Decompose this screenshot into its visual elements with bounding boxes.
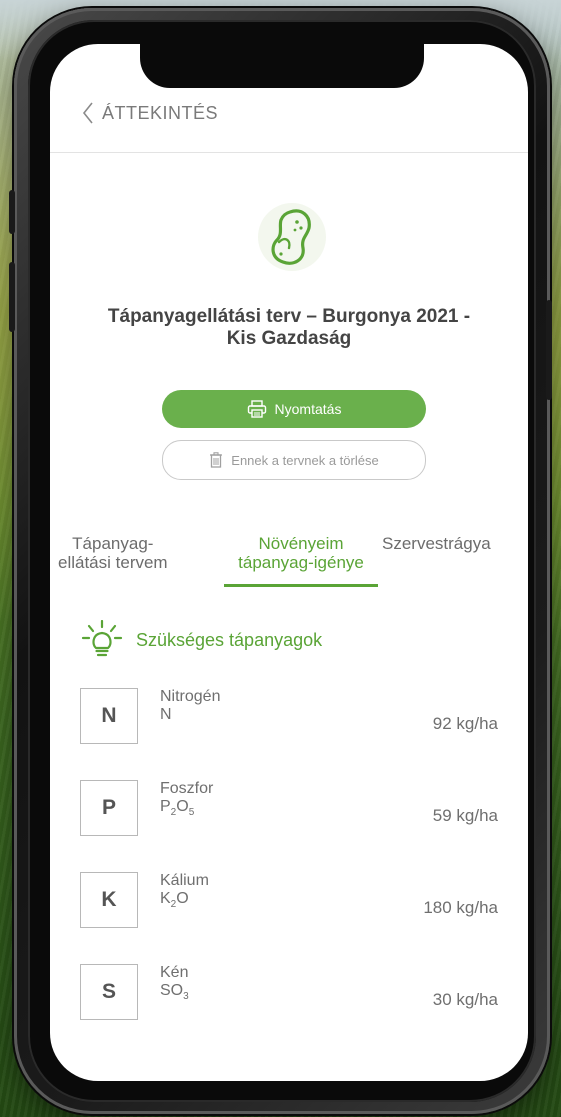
potato-icon [258,203,326,271]
nutrient-formula: P2O5 [160,798,195,819]
tab-label-line1: Szervestrágya [382,534,491,553]
delete-plan-button[interactable]: Ennek a tervnek a törlése [162,440,426,480]
nutrient-row-sulfur: S Kén SO3 30 kg/ha [80,964,510,1024]
lightbulb-icon [81,620,123,657]
power-button [546,300,552,400]
nutrient-formula: N [160,706,172,723]
plan-title-line2: Kis Gazdaság [226,328,352,349]
nutrient-symbol-box: N [80,688,138,744]
tab-label-line2: tápanyag-igénye [238,553,364,572]
back-label: ÁTTEKINTÉS [102,102,219,123]
back-button[interactable]: ÁTTEKINTÉS [82,102,218,124]
section-header: Szükséges tápanyagok [80,620,322,660]
plan-title: Tápanyagellátási terv – Burgonya 2021 - … [80,306,498,350]
phone-notch [140,40,424,88]
tab-label-line1: Tápanyag- [72,534,154,553]
app-screen: ÁTTEKINTÉS Tápanyagellátási terv – Burgo… [50,44,528,1081]
nutrient-row-phosphorus: P Foszfor P2O5 59 kg/ha [80,780,510,840]
nutrient-name: Foszfor [160,780,214,797]
delete-label: Ennek a tervnek a törlése [231,452,379,468]
nutrient-name: Kálium [160,872,209,889]
nutrient-name: Nitrogén [160,688,221,705]
nutrient-symbol-box: P [80,780,138,836]
nutrient-name: Kén [160,964,189,981]
print-label: Nyomtatás [274,401,342,417]
side-button [9,262,15,332]
side-button [9,190,15,234]
nutrient-value: 92 kg/ha [432,714,498,733]
nutrient-formula: K2O [160,890,189,911]
plan-title-line1: Tápanyagellátási terv – Burgonya 2021 - [107,306,471,327]
nutrient-row-nitrogen: N Nitrogén N 92 kg/ha [80,688,510,748]
nutrient-value: 30 kg/ha [432,990,498,1009]
nutrient-value: 180 kg/ha [423,898,498,917]
section-title: Szükséges tápanyagok [136,629,323,650]
tab-crop-nutrient-needs[interactable]: Növényeim tápanyag-igénye [224,534,378,572]
tab-organic-manure[interactable]: Szervestrágya [382,534,491,553]
nutrient-value: 59 kg/ha [432,806,498,825]
print-button[interactable]: Nyomtatás [162,390,426,428]
printer-icon [247,400,266,418]
nutrient-formula: SO3 [160,982,189,1003]
trash-icon [210,452,223,468]
active-tab-indicator [224,584,378,587]
nutrient-symbol-box: S [80,964,138,1020]
nutrient-symbol-box: K [80,872,138,928]
tab-label-line1: Növényeim [258,534,344,553]
nutrient-row-potassium: K Kálium K2O 180 kg/ha [80,872,510,932]
tab-nutrient-plan[interactable]: Tápanyag- ellátási tervem [58,534,168,572]
chevron-left-icon [82,102,93,124]
tab-label-line2: ellátási tervem [58,553,168,572]
